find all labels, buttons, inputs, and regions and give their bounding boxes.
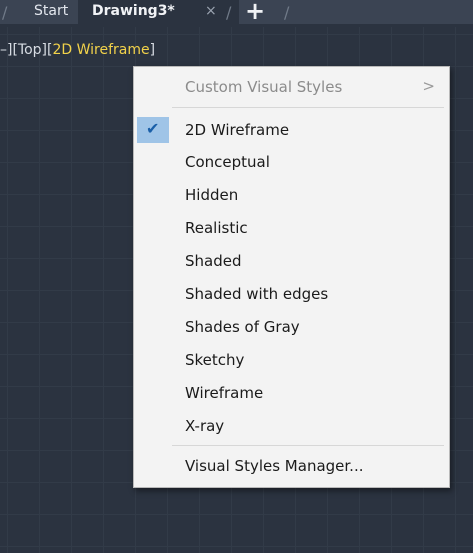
menu-item-wireframe[interactable]: Wireframe: [134, 380, 449, 406]
menu-item-realistic[interactable]: Realistic: [134, 215, 449, 241]
menu-item-shaded[interactable]: Shaded: [134, 248, 449, 274]
menu-separator: [172, 445, 444, 446]
viewport-controls-prefix[interactable]: –][Top][: [0, 42, 52, 58]
submenu-arrow-icon: >: [422, 77, 435, 95]
tab-separator: /: [2, 3, 8, 22]
tab-drawing3[interactable]: Drawing3* ×: [78, 0, 239, 24]
tab-start[interactable]: Start: [10, 0, 82, 24]
menu-item-label: X-ray: [185, 417, 225, 435]
menu-item-label: Custom Visual Styles: [185, 78, 343, 96]
tab-separator: /: [284, 3, 290, 22]
menu-item-hidden[interactable]: Hidden: [134, 182, 449, 208]
menu-item-conceptual[interactable]: Conceptual: [134, 149, 449, 175]
menu-item-x-ray[interactable]: X-ray: [134, 413, 449, 439]
menu-item-custom-visual-styles[interactable]: Custom Visual Styles >: [134, 74, 449, 100]
menu-item-label: Hidden: [185, 186, 239, 204]
menu-item-label: Shades of Gray: [185, 318, 300, 336]
menu-item-label: Visual Styles Manager...: [185, 457, 364, 475]
menu-item-label: Realistic: [185, 219, 248, 237]
menu-item-2d-wireframe[interactable]: ✔ 2D Wireframe: [134, 117, 449, 143]
checkmark-icon: ✔: [146, 119, 160, 138]
tab-separator: /: [226, 3, 232, 22]
menu-item-label: Wireframe: [185, 384, 264, 402]
menu-separator: [172, 107, 444, 108]
visual-style-control[interactable]: 2D Wireframe: [52, 42, 149, 58]
close-tab-icon[interactable]: ×: [205, 0, 217, 22]
menu-item-label: Conceptual: [185, 153, 270, 171]
viewport-controls-suffix: ]: [149, 42, 156, 58]
menu-item-sketchy[interactable]: Sketchy: [134, 347, 449, 373]
viewport-controls[interactable]: –][Top][2D Wireframe]: [0, 42, 155, 58]
menu-item-label: 2D Wireframe: [185, 121, 290, 139]
menu-item-label: Sketchy: [185, 351, 245, 369]
menu-item-label: Shaded: [185, 252, 242, 270]
document-tab-bar: / Start / Drawing3* × / + /: [0, 0, 473, 27]
new-tab-plus-icon[interactable]: +: [245, 0, 265, 25]
tab-start-label: Start: [34, 3, 69, 19]
checked-highlight: ✔: [137, 117, 169, 143]
menu-item-visual-styles-manager[interactable]: Visual Styles Manager...: [134, 453, 449, 479]
menu-item-label: Shaded with edges: [185, 285, 329, 303]
visual-styles-menu: Custom Visual Styles > ✔ 2D Wireframe Co…: [133, 66, 450, 488]
menu-item-shades-of-gray[interactable]: Shades of Gray: [134, 314, 449, 340]
menu-item-shaded-with-edges[interactable]: Shaded with edges: [134, 281, 449, 307]
tab-drawing3-label: Drawing3*: [92, 3, 175, 19]
